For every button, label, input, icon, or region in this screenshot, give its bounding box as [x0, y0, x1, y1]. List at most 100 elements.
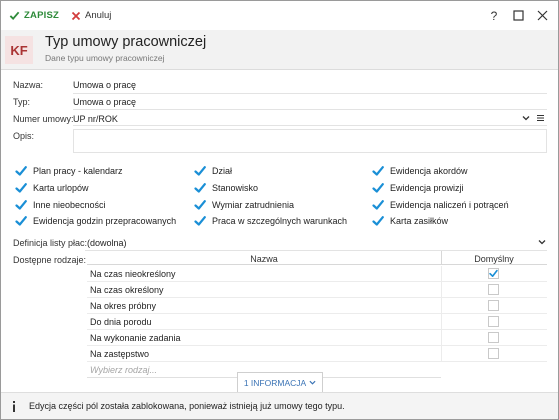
save-button[interactable]: ZAPISZ: [5, 6, 63, 26]
help-icon: ?: [490, 8, 498, 23]
maximize-icon: [512, 10, 524, 21]
row-name: Do dnia porodu: [90, 317, 152, 327]
checkbox-11[interactable]: Ewidencja naliczeń i potrąceń: [372, 198, 509, 212]
opis-label: Opis:: [13, 131, 35, 141]
checkmark-icon: [194, 215, 206, 227]
checkbox-8[interactable]: Praca w szczególnych warunkach: [194, 214, 347, 228]
column-divider: [441, 298, 442, 314]
help-button[interactable]: ?: [484, 6, 504, 26]
nazwa-underline: [73, 93, 547, 94]
checkbox-label: Ewidencja naliczeń i potrąceń: [390, 200, 509, 210]
chevron-down-icon: [309, 379, 316, 386]
checkbox-12[interactable]: Karta zasiłków: [372, 214, 448, 228]
checkbox-7[interactable]: Wymiar zatrudnienia: [194, 198, 294, 212]
window: ZAPISZ Anuluj ? KF Typ umowy pracownicze…: [0, 0, 559, 420]
info-icon: [9, 399, 19, 413]
checkbox-10[interactable]: Ewidencja prowizji: [372, 181, 464, 195]
checkbox-label: Inne nieobecności: [33, 200, 106, 210]
numer-underline: [73, 125, 547, 126]
table-row[interactable]: Na wykonanie zadania: [87, 330, 547, 346]
window-controls: ?: [484, 6, 552, 26]
definicja-select[interactable]: (dowolna): [87, 238, 127, 248]
column-divider: [441, 314, 442, 330]
information-toggle[interactable]: 1 INFORMACJA: [237, 372, 323, 392]
typ-label: Typ:: [13, 97, 31, 107]
checkbox-4[interactable]: Ewidencja godzin przepracowanych: [15, 214, 176, 228]
row-name: Na czas nieokreślony: [90, 269, 176, 279]
opis-textarea[interactable]: [73, 129, 547, 153]
page-subtitle: Dane typu umowy pracowniczej: [45, 53, 165, 63]
default-checkbox[interactable]: [488, 332, 499, 343]
column-divider: [441, 346, 442, 362]
maximize-button[interactable]: [508, 6, 528, 26]
row-name: Na okres próbny: [90, 301, 157, 311]
table-row[interactable]: Do dnia porodu: [87, 314, 547, 330]
status-bar: Edycja części pól została zablokowana, p…: [1, 392, 558, 419]
default-checkbox[interactable]: [488, 348, 499, 359]
checkbox-label: Ewidencja godzin przepracowanych: [33, 216, 177, 226]
checkmark-icon: [15, 182, 27, 194]
chevron-down-icon[interactable]: [538, 238, 546, 246]
checkbox-5[interactable]: Dział: [194, 164, 232, 178]
checkbox-label: Plan pracy - kalendarz: [33, 166, 123, 176]
typ-underline: [73, 109, 547, 110]
checkbox-3[interactable]: Inne nieobecności: [15, 198, 106, 212]
checkmark-icon: [194, 182, 206, 194]
cancel-button[interactable]: Anuluj: [67, 6, 115, 26]
checkbox-1[interactable]: Plan pracy - kalendarz: [15, 164, 123, 178]
checkbox-9[interactable]: Ewidencja akordów: [372, 164, 468, 178]
checkbox-label: Ewidencja akordów: [390, 166, 468, 176]
default-checkbox[interactable]: [488, 268, 499, 279]
nazwa-field[interactable]: Umowa o pracę: [73, 80, 136, 90]
toolbar: ZAPISZ Anuluj ?: [1, 1, 558, 30]
table-row[interactable]: Na czas określony: [87, 282, 547, 298]
rodzaje-label: Dostępne rodzaje:: [13, 255, 87, 265]
column-header-default[interactable]: Domyślny: [441, 254, 547, 264]
table-row[interactable]: Na czas nieokreślony: [87, 266, 547, 282]
numer-umowy-label: Numer umowy:: [13, 114, 74, 124]
checkmark-icon: [372, 165, 384, 177]
typ-field[interactable]: Umowa o pracę: [73, 97, 136, 107]
checkmark-icon: [15, 215, 27, 227]
page-title: Typ umowy pracowniczej: [45, 34, 207, 50]
checkmark-icon: [372, 182, 384, 194]
default-checkbox[interactable]: [488, 300, 499, 311]
checkbox-label: Karta urlopów: [33, 183, 89, 193]
checkmark-icon: [372, 199, 384, 211]
numer-umowy-field[interactable]: UP nr/ROK: [73, 114, 118, 124]
definicja-label: Definicja listy płac:: [13, 238, 88, 248]
checkmark-icon: [15, 165, 27, 177]
default-checkbox[interactable]: [488, 316, 499, 327]
column-divider: [441, 266, 442, 282]
information-toggle-label: 1 INFORMACJA: [243, 377, 307, 388]
checkmark-icon: [372, 215, 384, 227]
column-divider: [441, 330, 442, 346]
column-header-name[interactable]: Nazwa: [87, 254, 441, 264]
close-window-button[interactable]: [532, 6, 552, 26]
table-row[interactable]: Na okres próbny: [87, 298, 547, 314]
menu-icon[interactable]: [536, 114, 545, 122]
close-window-icon: [537, 10, 548, 21]
default-checkbox[interactable]: [488, 284, 499, 295]
column-divider: [441, 282, 442, 298]
checkbox-2[interactable]: Karta urlopów: [15, 181, 89, 195]
checkmark-icon: [194, 165, 206, 177]
table-header: Nazwa Domyślny: [87, 251, 547, 265]
nazwa-label: Nazwa:: [13, 80, 44, 90]
checkbox-label: Karta zasiłków: [390, 216, 449, 226]
checkbox-label: Praca w szczególnych warunkach: [212, 216, 348, 226]
checkbox-6[interactable]: Stanowisko: [194, 181, 258, 195]
chevron-down-icon[interactable]: [522, 114, 530, 122]
row-name: Na wykonanie zadania: [90, 333, 181, 343]
status-message: Edycja części pól została zablokowana, p…: [29, 401, 345, 411]
save-label: ZAPISZ: [24, 10, 59, 21]
row-name: Na czas określony: [90, 285, 164, 295]
row-name: Na zastępstwo: [90, 349, 150, 359]
checkbox-label: Ewidencja prowizji: [390, 183, 464, 193]
checkbox-label: Stanowisko: [212, 183, 259, 193]
checkbox-label: Wymiar zatrudnienia: [212, 200, 294, 210]
table-row[interactable]: Na zastępstwo: [87, 346, 547, 362]
close-icon: [71, 11, 81, 21]
module-logo: KF: [5, 36, 33, 64]
checkmark-icon: [15, 199, 27, 211]
